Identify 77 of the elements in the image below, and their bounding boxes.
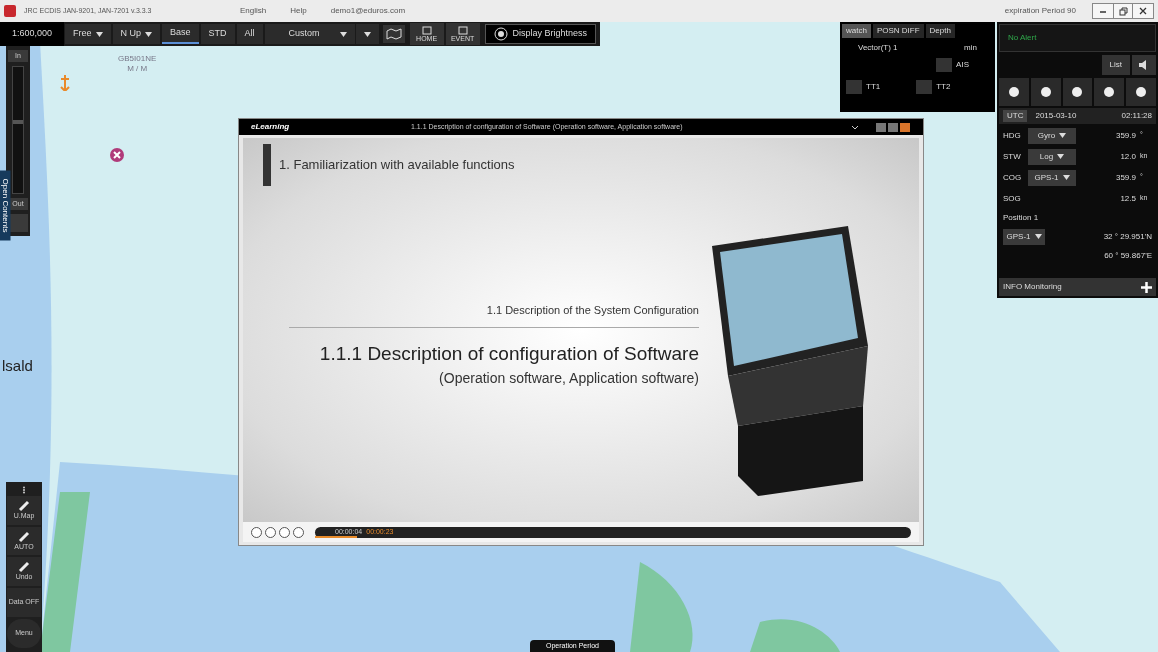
toolbar-button[interactable]: All	[236, 24, 263, 44]
caret-icon	[1057, 154, 1065, 159]
unit-label: min	[964, 42, 977, 54]
toolbar-button[interactable]: N Up	[112, 24, 161, 44]
tab[interactable]: watch	[842, 24, 871, 38]
toolbar-button[interactable]: Free	[65, 24, 111, 44]
menu-item[interactable]: demo1@eduros.com	[322, 5, 414, 17]
utc-label: UTC	[1003, 110, 1028, 122]
dropdown-button[interactable]	[355, 24, 379, 44]
restore-icon	[1118, 6, 1128, 16]
caret-icon	[1059, 133, 1067, 138]
caret-icon	[363, 31, 371, 37]
previous-button[interactable]	[876, 122, 886, 132]
minimize-button[interactable]	[1093, 4, 1113, 18]
nav-value: 12.0	[1119, 150, 1136, 163]
tab[interactable]: Depth	[925, 24, 955, 38]
menu-item[interactable]: English	[232, 5, 275, 17]
map-label: GB5I01NE	[118, 54, 157, 64]
vector-label: Vector(T) 1	[858, 42, 898, 54]
display-brightness-button[interactable]: Display Brightness	[485, 24, 596, 44]
zoom-slider-thumb[interactable]	[13, 119, 23, 124]
toolbar-button[interactable]: STD	[200, 24, 235, 44]
time-text: 02:11:28	[1121, 110, 1152, 122]
target-label: TT2	[936, 81, 951, 93]
close-icon	[1139, 7, 1147, 15]
source-dropdown[interactable]: Log	[1028, 148, 1076, 165]
target-label: AIS	[956, 59, 969, 71]
nav-label: HDG	[1003, 129, 1022, 142]
toolbar-button[interactable]: Custom	[264, 24, 355, 44]
add-icon[interactable]	[1141, 281, 1152, 293]
heading-bar	[263, 144, 271, 186]
restore-button[interactable]	[1113, 4, 1133, 18]
anchor-icon	[60, 75, 70, 91]
speaker-icon[interactable]	[1132, 55, 1156, 75]
nav-value: 359.9	[1114, 171, 1136, 184]
chart-icon[interactable]	[382, 25, 405, 43]
app-logo-icon	[4, 5, 16, 17]
source-dropdown[interactable]: Gyro	[1028, 127, 1076, 144]
alert-display: No Alert	[999, 24, 1156, 52]
close-circle-icon	[110, 148, 124, 162]
map-label: lsald	[2, 356, 33, 376]
next-button[interactable]	[888, 122, 898, 132]
zoom-slider[interactable]	[12, 66, 24, 194]
nav-label: COG	[1003, 171, 1023, 184]
latitude-value: 32 ° 29.951'N	[1102, 230, 1152, 243]
source-dropdown[interactable]: GPS-1	[1028, 169, 1076, 186]
nav-label: STW	[1003, 150, 1022, 163]
info-monitoring-label: INFO Monitoring	[1002, 281, 1063, 293]
caret-icon	[1034, 234, 1042, 239]
menu-item[interactable]: Help	[282, 5, 315, 17]
slide-heading: 1. Familiarization with available functions	[279, 156, 515, 175]
close-button[interactable]	[1133, 4, 1153, 18]
map-label: M / M	[127, 64, 148, 74]
expiration-text: expiration Period 90	[1004, 5, 1076, 17]
target-label: TT1	[866, 81, 881, 93]
close-button[interactable]	[900, 122, 910, 132]
toolbar-button[interactable]: Base	[162, 24, 199, 44]
main-title: 1.1.1 Description of configuration of Software	[319, 341, 699, 366]
nav-label: SOG	[1003, 192, 1022, 205]
tab[interactable]: POSN DIFF	[872, 24, 924, 38]
player-brand: eLearning	[251, 121, 291, 133]
subtitle: (Operation software, Application software)	[439, 369, 699, 388]
position-label: Position 1	[1002, 212, 1040, 224]
handle-icon[interactable]	[22, 486, 26, 494]
date-text: 2015-03-10	[1035, 110, 1078, 122]
nav-value: 359.9	[1114, 129, 1136, 142]
open-contents-tab[interactable]: Open Contents	[0, 170, 11, 241]
home-icon	[421, 26, 432, 35]
section-title: 1.1 Description of the System Configuration	[486, 303, 699, 318]
list-button[interactable]: List	[1101, 55, 1130, 75]
nav-value: 12.5	[1119, 192, 1136, 205]
scale-display[interactable]: 1:600,000	[0, 22, 64, 46]
event-icon	[457, 26, 468, 35]
source-dropdown[interactable]: GPS-1	[1003, 228, 1045, 245]
longitude-value: 60 ° 59.867'E	[1104, 249, 1152, 262]
chevron-icon[interactable]	[851, 124, 859, 130]
caret-icon	[1062, 175, 1070, 180]
